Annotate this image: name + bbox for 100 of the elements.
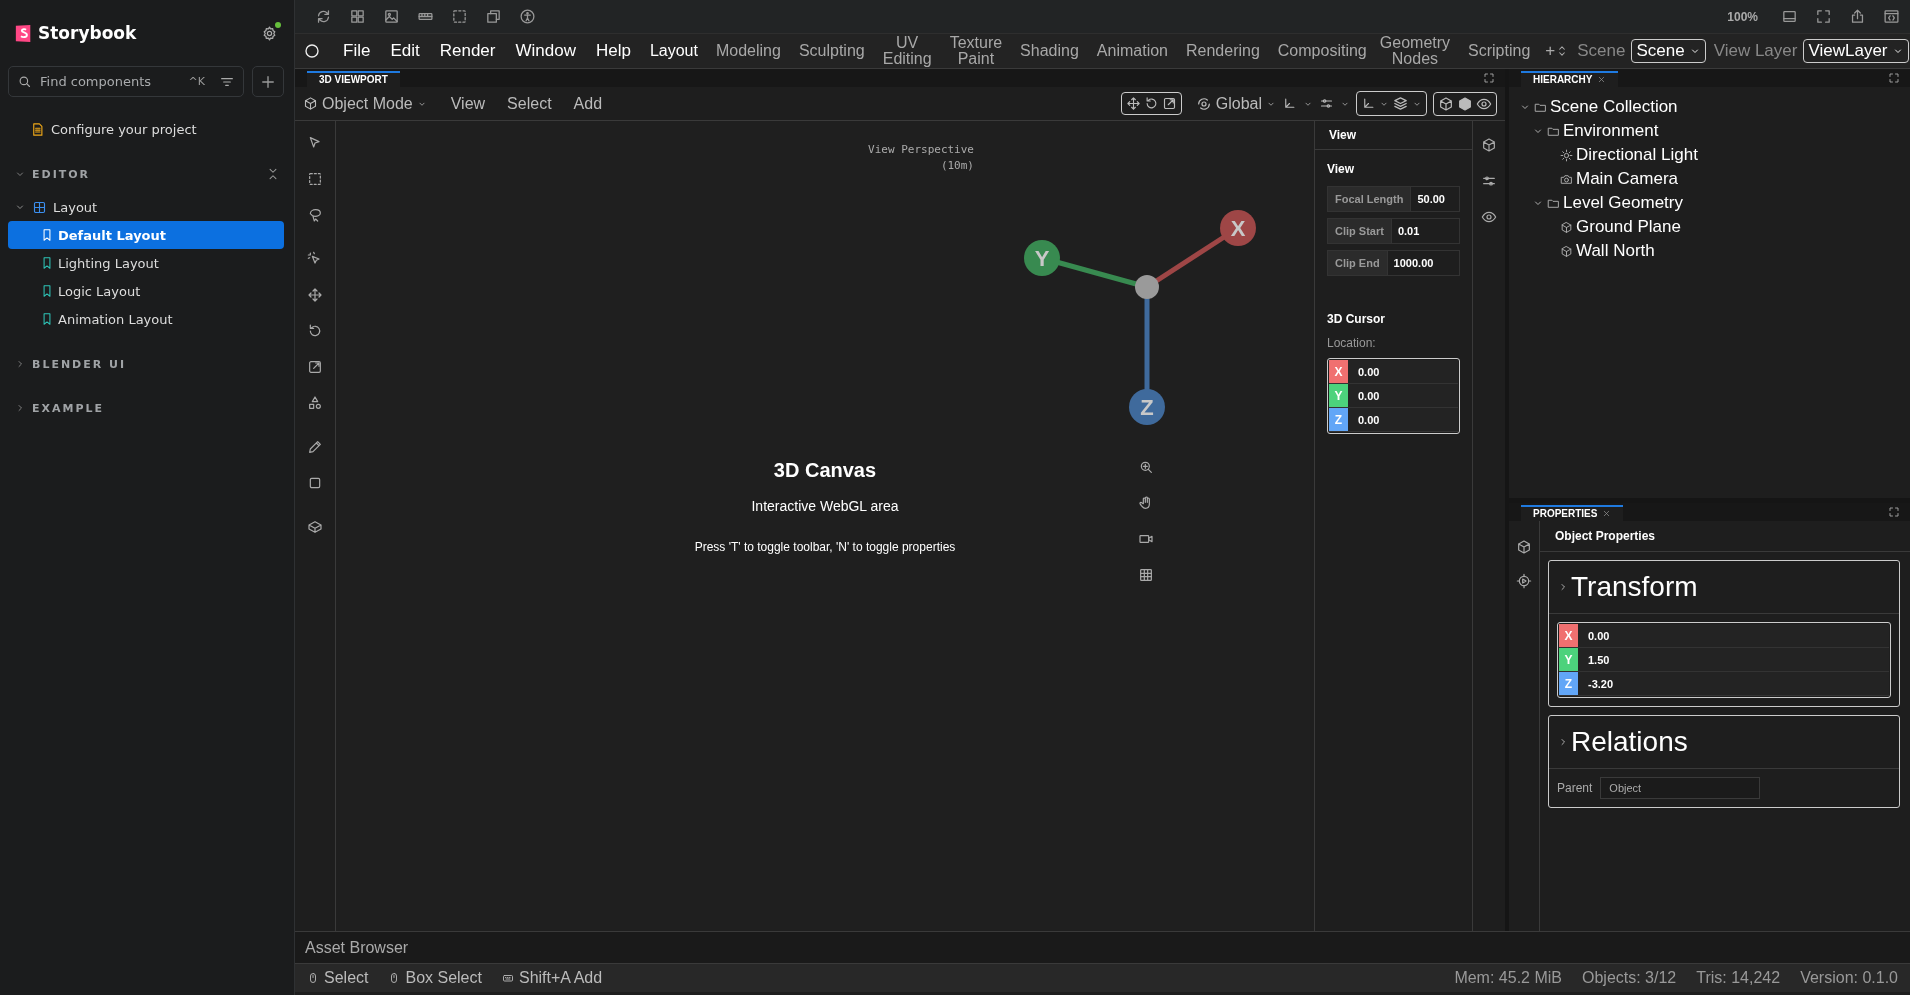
pencil-icon[interactable] xyxy=(307,439,323,455)
share-icon[interactable] xyxy=(1849,8,1866,25)
shading-tools[interactable] xyxy=(1433,91,1497,116)
tree-item[interactable]: Scene Collection xyxy=(1550,97,1678,117)
number-field[interactable]: 0.00 xyxy=(1348,408,1458,431)
tree-item[interactable]: Ground Plane xyxy=(1576,217,1681,237)
tree-item[interactable]: Layout xyxy=(53,199,98,215)
story-item[interactable]: Default Layout xyxy=(8,221,284,249)
transform-tools[interactable] xyxy=(1120,92,1182,115)
add-workspace-button[interactable]: + xyxy=(1539,41,1556,61)
tree-item[interactable]: Wall North xyxy=(1576,241,1655,261)
maximize-icon[interactable] xyxy=(1483,72,1495,84)
workspace-tab[interactable]: Scripting xyxy=(1459,43,1540,59)
sliders-icon[interactable] xyxy=(1319,96,1334,111)
workspace-tab[interactable]: Shading xyxy=(1011,43,1088,59)
orientation-dropdown[interactable]: Global xyxy=(1195,94,1276,113)
outline-icon[interactable] xyxy=(451,8,468,25)
image-icon[interactable] xyxy=(383,8,400,25)
view-layer-select[interactable]: ViewLayer xyxy=(1803,39,1909,63)
workspace-tab[interactable]: Sculpting xyxy=(789,43,874,59)
code-window-icon[interactable] xyxy=(1883,8,1900,25)
workspace-tab[interactable]: Geometry Nodes xyxy=(1370,35,1460,67)
circle-icon[interactable] xyxy=(303,42,321,60)
configure-link[interactable]: Configure your project xyxy=(51,121,197,137)
cube-icon[interactable] xyxy=(1516,539,1532,555)
axis-handle[interactable] xyxy=(1024,240,1060,276)
tree-item[interactable]: Environment xyxy=(1563,121,1659,141)
tree-item[interactable]: Main Camera xyxy=(1576,169,1679,189)
eye-icon[interactable] xyxy=(1481,209,1497,225)
section-heading[interactable]: EDITOR xyxy=(32,167,260,181)
number-field[interactable]: 0.01 xyxy=(1390,219,1459,243)
menu-item[interactable]: Render xyxy=(429,41,506,61)
number-field[interactable]: 0.00 xyxy=(1348,384,1458,407)
cursor-icon[interactable] xyxy=(307,135,323,151)
story-item[interactable]: Animation Layout xyxy=(8,305,284,333)
search-field[interactable]: Find components ^K xyxy=(8,66,244,97)
accessibility-icon[interactable] xyxy=(519,8,536,25)
overlay-tools[interactable] xyxy=(1356,91,1427,116)
number-field[interactable]: -3.20 xyxy=(1578,672,1889,695)
workspace-tab[interactable]: Layout xyxy=(640,43,707,59)
text-field[interactable]: Object xyxy=(1600,777,1761,799)
section-title[interactable]: Relations xyxy=(1571,726,1688,758)
panel-icon[interactable] xyxy=(1781,8,1798,25)
tree-item[interactable]: Directional Light xyxy=(1576,145,1698,165)
move-icon[interactable] xyxy=(307,287,323,303)
shapes-icon[interactable] xyxy=(307,395,323,411)
panel-tab[interactable]: PROPERTIES xyxy=(1521,505,1624,521)
grid-icon[interactable] xyxy=(1138,567,1154,583)
grid-icon[interactable] xyxy=(349,8,366,25)
cube-icon[interactable] xyxy=(1481,137,1497,153)
zoom-in-icon[interactable] xyxy=(1138,459,1154,475)
scale-icon[interactable] xyxy=(307,359,323,375)
axis-handle[interactable] xyxy=(1220,210,1256,246)
panel-tab[interactable]: View xyxy=(1315,121,1472,150)
settings-button[interactable] xyxy=(261,24,278,42)
axes-icon[interactable] xyxy=(1282,96,1297,111)
workspace-tab[interactable]: Modeling xyxy=(706,43,790,59)
section-heading[interactable]: BLENDER UI xyxy=(32,357,280,371)
menu-item[interactable]: Add xyxy=(565,94,611,113)
menu-item[interactable]: Edit xyxy=(380,41,430,61)
menu-item[interactable]: Window xyxy=(505,41,586,61)
collapse-all-icon[interactable] xyxy=(266,167,280,181)
axis-handle[interactable] xyxy=(1129,389,1165,425)
maximize-icon[interactable] xyxy=(1888,506,1900,518)
number-field[interactable]: 0.00 xyxy=(1348,360,1458,383)
workspace-tab[interactable]: Animation xyxy=(1087,43,1177,59)
close-icon[interactable] xyxy=(1597,75,1607,84)
menu-item[interactable]: File xyxy=(333,41,381,61)
number-field[interactable]: 0.00 xyxy=(1578,624,1889,647)
workspace-tab[interactable]: Rendering xyxy=(1177,43,1269,59)
fullscreen-icon[interactable] xyxy=(1815,8,1832,25)
section-title[interactable]: Transform xyxy=(1571,571,1698,603)
windows-icon[interactable] xyxy=(485,8,502,25)
mode-dropdown[interactable]: Object Mode xyxy=(303,94,427,113)
maximize-icon[interactable] xyxy=(1888,72,1900,84)
rotate-icon[interactable] xyxy=(307,323,323,339)
box-icon[interactable] xyxy=(307,519,323,535)
zoom-level[interactable]: 100% xyxy=(1727,9,1758,24)
search-input[interactable]: Find components xyxy=(38,73,183,90)
workspace-tab[interactable]: Texture Paint xyxy=(940,35,1012,67)
box-select-icon[interactable] xyxy=(307,171,323,187)
number-field[interactable]: 1000.00 xyxy=(1386,251,1459,275)
square-icon[interactable] xyxy=(307,475,323,491)
close-icon[interactable] xyxy=(1602,509,1612,518)
panel-tab[interactable]: HIERARCHY xyxy=(1521,71,1619,87)
section-heading[interactable]: EXAMPLE xyxy=(32,401,280,415)
lasso-icon[interactable] xyxy=(307,207,323,223)
panel-tab[interactable]: 3D VIEWPORT xyxy=(307,71,400,87)
number-field[interactable]: 1.50 xyxy=(1578,648,1889,671)
menu-item[interactable]: Help xyxy=(585,41,641,61)
gizmo-center[interactable] xyxy=(1135,275,1159,299)
workspace-tab[interactable]: UV Editing xyxy=(873,35,941,67)
story-item[interactable]: Logic Layout xyxy=(8,277,284,305)
scene-select[interactable]: Scene xyxy=(1631,39,1706,63)
add-button[interactable] xyxy=(252,66,284,97)
tree-item[interactable]: Level Geometry xyxy=(1563,193,1683,213)
menu-item[interactable]: View xyxy=(442,94,494,113)
workspace-tab[interactable]: Compositing xyxy=(1268,43,1371,59)
menu-item[interactable]: Select xyxy=(499,94,560,113)
reload-icon[interactable] xyxy=(315,8,332,25)
